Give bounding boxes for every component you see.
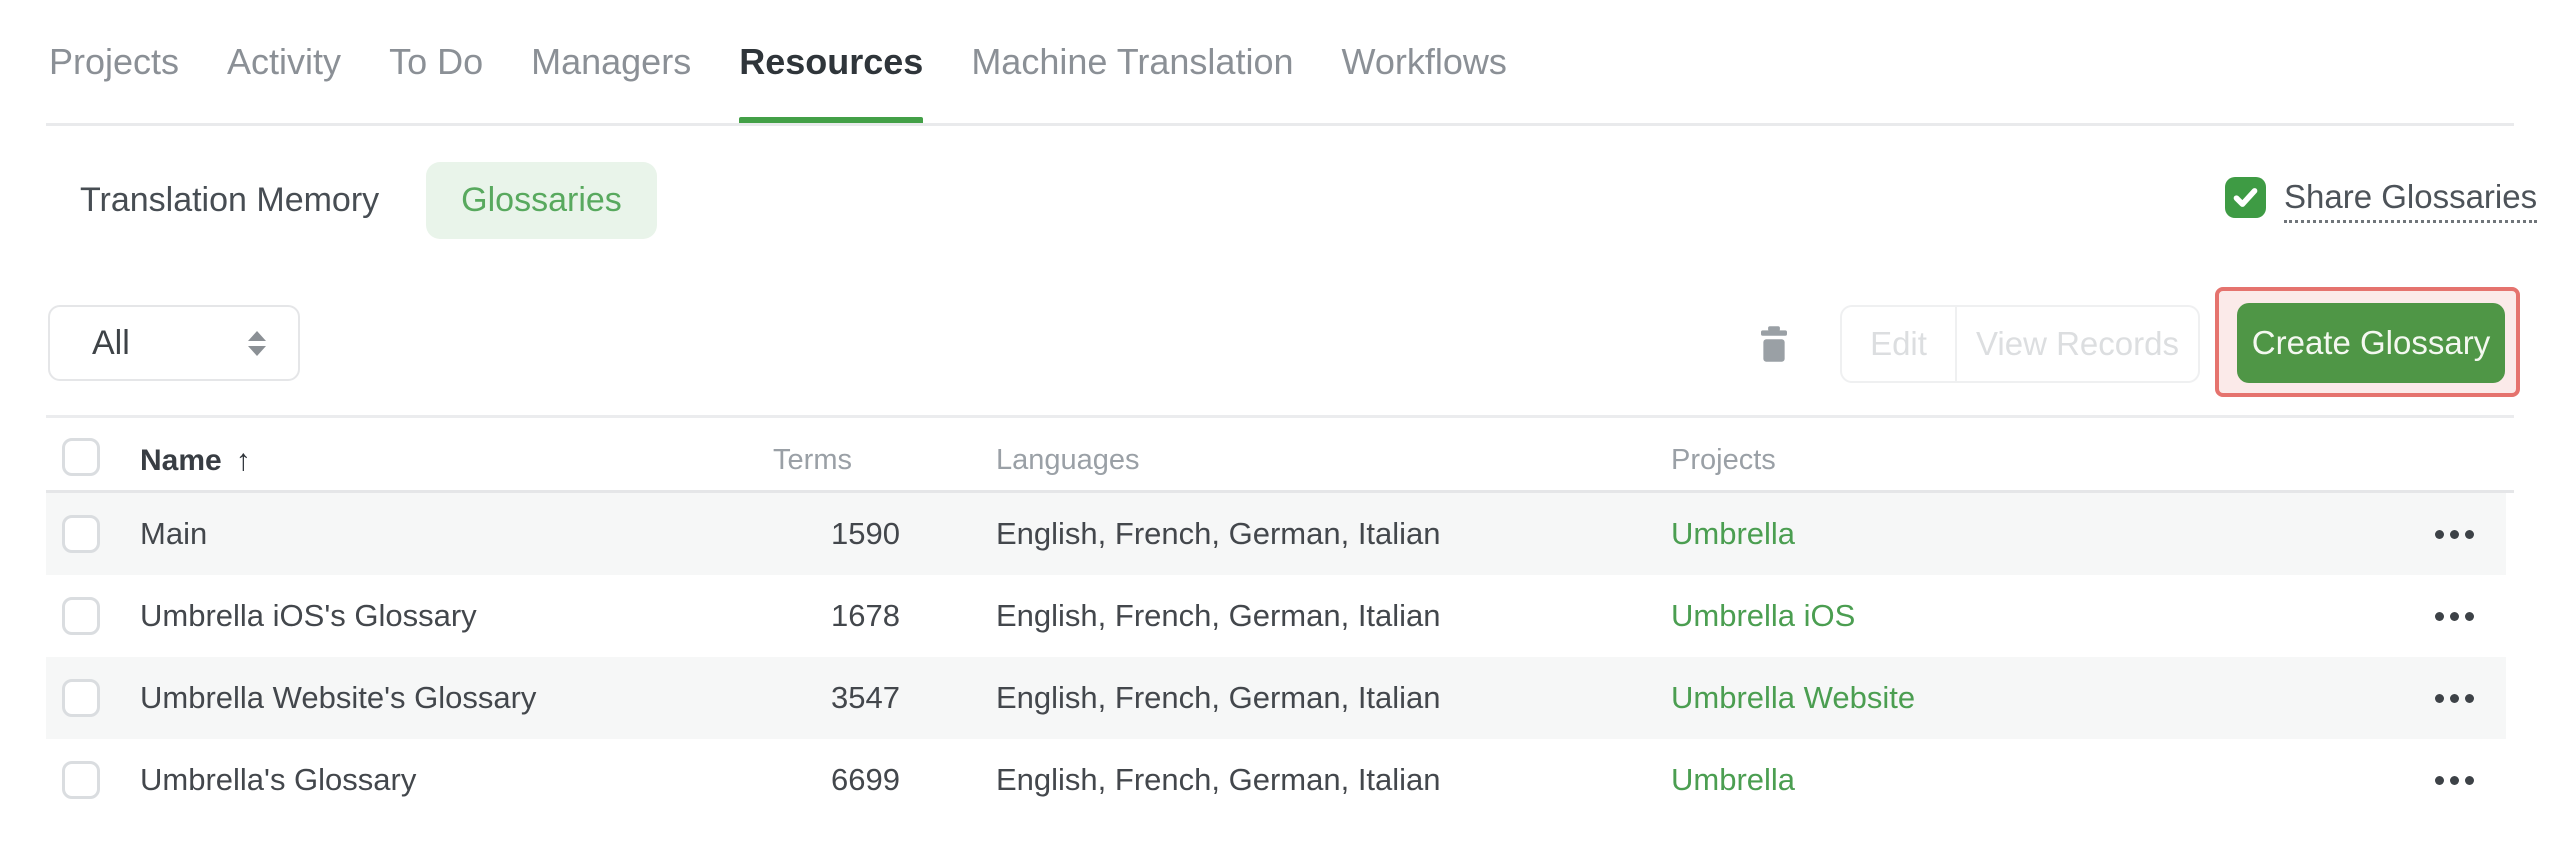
ellipsis-icon [2464, 611, 2474, 621]
resource-subtabs: Translation Memory Glossaries [80, 162, 657, 239]
table-row: Umbrella iOS's Glossary 1678 English, Fr… [46, 575, 2506, 657]
checkmark-icon [2233, 188, 2258, 207]
tab-projects[interactable]: Projects [49, 40, 179, 126]
ellipsis-icon [2434, 775, 2444, 785]
row-menu-button[interactable] [2424, 575, 2484, 657]
name-header-label: Name [140, 444, 222, 477]
subtab-translation-memory[interactable]: Translation Memory [80, 162, 379, 239]
ellipsis-icon [2449, 611, 2459, 621]
project-link[interactable]: Umbrella [1671, 493, 1795, 575]
trash-icon [1761, 326, 1787, 362]
project-link[interactable]: Umbrella iOS [1671, 575, 1855, 657]
table-top-divider [46, 415, 2514, 418]
share-glossaries-checkbox[interactable] [2225, 177, 2266, 218]
glossary-languages: English, French, German, Italian [996, 598, 1441, 633]
tab-todo[interactable]: To Do [389, 40, 483, 126]
table-row: Umbrella's Glossary 6699 English, French… [46, 739, 2506, 821]
glossary-actions-group: Edit View Records [1840, 305, 2200, 383]
tab-resources[interactable]: Resources [739, 40, 924, 126]
glossary-languages: English, French, German, Italian [996, 516, 1441, 551]
share-glossaries-control: Share Glossaries [2225, 177, 2538, 223]
glossary-terms-count: 6699 [831, 762, 900, 797]
glossary-terms-count: 1678 [831, 598, 900, 633]
tab-activity[interactable]: Activity [227, 40, 341, 126]
glossary-languages: English, French, German, Italian [996, 762, 1441, 797]
glossary-name: Umbrella's Glossary [140, 762, 417, 797]
top-navigation: Projects Activity To Do Managers Resourc… [49, 40, 1507, 126]
ellipsis-icon [2434, 693, 2444, 703]
ellipsis-icon [2464, 693, 2474, 703]
glossary-name: Main [140, 516, 208, 551]
select-all-checkbox[interactable] [62, 438, 100, 476]
row-checkbox[interactable] [62, 761, 100, 799]
sort-ascending-icon: ↑ [235, 444, 251, 477]
glossary-name: Umbrella Website's Glossary [140, 680, 537, 715]
row-checkbox[interactable] [62, 679, 100, 717]
delete-button[interactable] [1752, 320, 1796, 368]
ellipsis-icon [2434, 529, 2444, 539]
table-row: Main 1590 English, French, German, Itali… [46, 493, 2506, 575]
subtab-glossaries[interactable]: Glossaries [426, 162, 657, 239]
create-glossary-button[interactable]: Create Glossary [2237, 303, 2505, 383]
row-menu-button[interactable] [2424, 739, 2484, 821]
glossary-name: Umbrella iOS's Glossary [140, 598, 477, 633]
tab-workflows[interactable]: Workflows [1341, 40, 1506, 126]
column-header-terms[interactable]: Terms [600, 444, 852, 477]
ellipsis-icon [2449, 775, 2459, 785]
glossary-languages: English, French, German, Italian [996, 680, 1441, 715]
glossaries-page: Projects Activity To Do Managers Resourc… [0, 0, 2550, 868]
column-header-name[interactable]: Name ↑ [140, 444, 251, 478]
column-header-projects[interactable]: Projects [1671, 444, 1776, 477]
glossary-terms-count: 1590 [831, 516, 900, 551]
share-glossaries-label[interactable]: Share Glossaries [2284, 177, 2538, 223]
table-row: Umbrella Website's Glossary 3547 English… [46, 657, 2506, 739]
column-header-languages[interactable]: Languages [996, 444, 1140, 477]
row-checkbox[interactable] [62, 597, 100, 635]
ellipsis-icon [2434, 611, 2444, 621]
glossary-terms-count: 3547 [831, 680, 900, 715]
tab-machine-translation[interactable]: Machine Translation [971, 40, 1293, 126]
row-menu-button[interactable] [2424, 657, 2484, 739]
filter-selected-value: All [92, 323, 130, 362]
view-records-button[interactable]: View Records [1955, 307, 2198, 381]
row-menu-button[interactable] [2424, 493, 2484, 575]
project-link[interactable]: Umbrella Website [1671, 657, 1915, 739]
project-link[interactable]: Umbrella [1671, 739, 1795, 821]
glossary-filter-dropdown[interactable]: All [48, 305, 300, 381]
ellipsis-icon [2449, 529, 2459, 539]
ellipsis-icon [2464, 529, 2474, 539]
edit-button[interactable]: Edit [1842, 307, 1955, 381]
dropdown-caret-icon [248, 330, 266, 356]
ellipsis-icon [2464, 775, 2474, 785]
row-checkbox[interactable] [62, 515, 100, 553]
nav-divider [46, 123, 2514, 126]
ellipsis-icon [2449, 693, 2459, 703]
tab-managers[interactable]: Managers [531, 40, 691, 126]
